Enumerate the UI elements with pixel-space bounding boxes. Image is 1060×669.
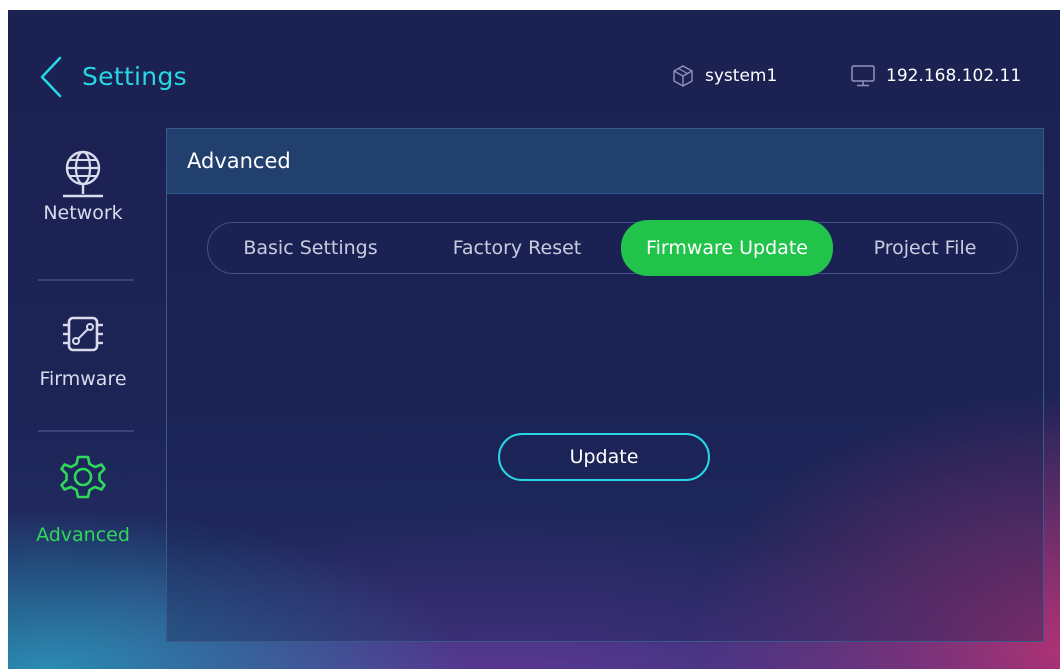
sidebar-label-firmware: Firmware	[39, 368, 127, 390]
sidebar-divider	[38, 279, 134, 281]
advanced-panel: Advanced Basic Settings Factory Reset Fi…	[166, 128, 1044, 642]
sidebar-label-advanced: Advanced	[36, 524, 130, 546]
ip-address-indicator: 192.168.102.11	[850, 64, 1021, 88]
cube-icon	[673, 65, 693, 87]
system-name: system1	[705, 66, 778, 86]
sidebar-item-firmware[interactable]: Firmware	[8, 310, 158, 390]
back-chevron-icon[interactable]	[38, 55, 64, 99]
gear-icon	[60, 455, 106, 499]
settings-screen: Settings system1 192.168.102.11 Network	[8, 10, 1060, 669]
sidebar-label-network: Network	[43, 202, 123, 224]
globe-network-icon	[63, 150, 103, 198]
tab-firmware-update[interactable]: Firmware Update	[621, 220, 833, 276]
sidebar-divider	[38, 430, 134, 432]
tab-project-file[interactable]: Project File	[833, 221, 1017, 275]
panel-title: Advanced	[187, 149, 291, 173]
tab-bar: Basic Settings Factory Reset Firmware Up…	[207, 220, 1018, 276]
tab-basic-settings[interactable]: Basic Settings	[208, 221, 413, 275]
chip-icon	[63, 316, 103, 352]
page-title: Settings	[82, 62, 187, 91]
monitor-icon	[851, 65, 875, 87]
sidebar-item-network[interactable]: Network	[8, 144, 158, 224]
ip-address: 192.168.102.11	[886, 66, 1022, 86]
tab-factory-reset[interactable]: Factory Reset	[413, 221, 621, 275]
system-name-indicator: system1	[671, 64, 777, 88]
sidebar-item-advanced[interactable]: Advanced	[8, 452, 158, 546]
update-button[interactable]: Update	[498, 433, 710, 481]
panel-header: Advanced	[167, 129, 1043, 194]
